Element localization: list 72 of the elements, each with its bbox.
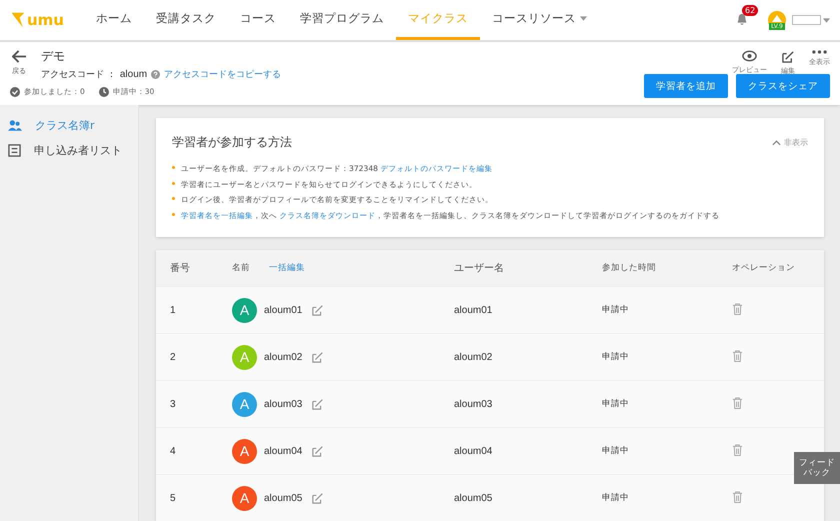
table-cell-text: 申請中 [602,304,630,316]
back-arrow-icon [12,50,26,63]
logo-icon [10,11,26,29]
class-title: デモ [41,48,66,65]
edit-icon[interactable] [312,304,324,316]
hide-button[interactable]: 非表示 [772,137,808,148]
sidebar-item[interactable]: 申し込み者リスト [0,138,138,163]
bell-icon[interactable] [735,13,749,27]
table-cell-text: 申請中 [602,398,630,410]
table-cell-text: 3 [170,398,177,410]
column-header: 番号 [170,262,191,275]
table-cell-text: 2 [170,352,177,362]
nav-tab[interactable]: 学習プログラム [288,0,396,40]
user-avatar: A [232,486,257,510]
caret-icon [823,18,830,22]
column-header: ユーザー名 [454,262,505,275]
column-header: 参加した時間 [602,262,657,274]
user-avatar: A [232,438,257,464]
table-cell-text: 申請中 [602,445,630,457]
column-header: オペレーション [732,262,796,274]
user-avatar: A [232,392,257,416]
eye-icon [742,50,757,62]
table-cell: aloum04 [264,446,302,456]
edit-icon[interactable] [312,492,324,504]
list-icon [8,144,21,157]
table-cell-text: aloum02 [454,352,494,362]
nav-tab[interactable]: コース [228,0,288,40]
trash-icon[interactable] [732,396,743,408]
edit-icon[interactable] [312,398,324,410]
clock-icon [98,87,109,97]
edit-icon[interactable] [312,445,324,457]
check-circle-icon [10,87,20,97]
table-cell-text: 申請中 [602,351,630,363]
chevron-up-icon [772,140,781,146]
table-cell-text: 1 [170,304,177,316]
bulk-edit-link[interactable]: 一括編集 [269,262,305,274]
table-cell-text: aloum05 [454,492,494,504]
user-avatar: A [232,344,257,370]
table-cell: aloum03 [264,398,302,410]
table-cell-text: aloum03 [454,398,494,410]
table-cell: aloum01 [264,304,302,316]
column-header: 名前 [232,262,250,274]
access-code-label: アクセスコード ： [41,69,116,81]
table-cell: aloum02 [264,352,302,362]
copy-access-code-link[interactable]: アクセスコードをコピーする [164,68,282,81]
trash-icon[interactable] [732,490,743,502]
primary-button[interactable]: クラスをシェア [736,74,830,98]
trash-icon[interactable] [732,350,743,362]
table-cell: aloum05 [264,492,302,504]
table-cell-text: 4 [170,446,177,456]
edit-icon[interactable] [312,351,324,363]
access-code: aloum [120,69,148,80]
user-avatar: A [232,298,257,322]
username-field[interactable] [792,15,821,25]
edit-icon [782,50,794,63]
nav-tab[interactable]: ホーム [84,0,144,40]
table-cell-text: 5 [170,492,177,504]
table-cell-text: aloum04 [454,446,494,456]
more-icon [812,50,827,54]
nav-tab[interactable]: コースリソース [480,0,599,40]
notification-badge: 62 [742,5,758,16]
people-icon [8,120,22,131]
feedback-button[interactable]: フィードバック [794,452,840,484]
help-icon[interactable] [151,70,160,79]
nav-tab[interactable]: 受講タスク [144,0,228,40]
trash-icon[interactable] [732,302,743,314]
table-cell-text: aloum01 [454,304,494,316]
guide-title: 学習者が参加する方法 [172,134,292,151]
trash-icon[interactable] [732,444,743,456]
table-cell-text: 申請中 [602,492,630,504]
primary-button[interactable]: 学習者を追加 [644,74,728,98]
sidebar-item[interactable]: クラス名簿r [0,113,138,138]
